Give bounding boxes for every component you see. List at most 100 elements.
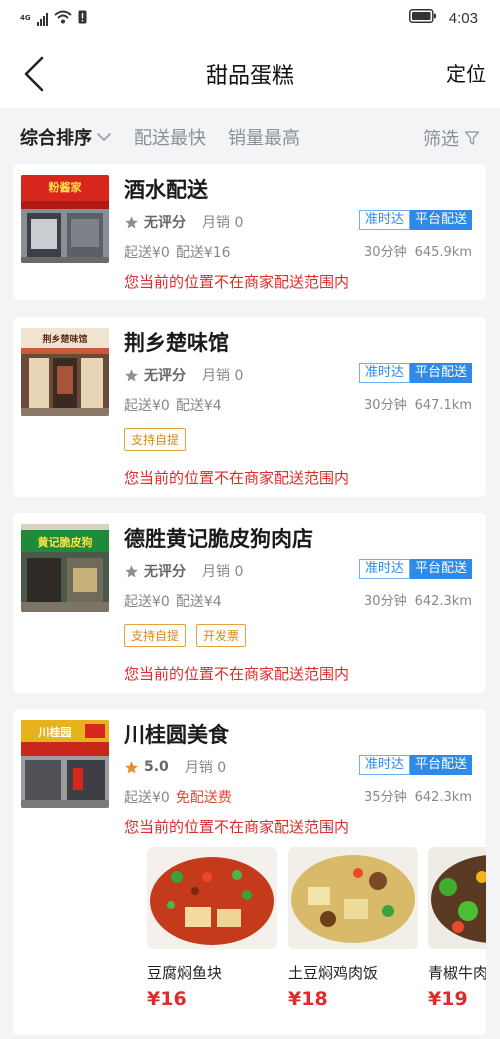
filter-label: 筛选 <box>423 129 459 150</box>
shop-name: 德胜黄记脆皮狗肉店 <box>124 527 313 551</box>
chevron-down-icon <box>97 133 111 142</box>
shop-card[interactable]: 川桂园 川桂圆美食 5.0 月销 0 起送¥0 免配送费 准时达 平台配送 35分… <box>13 709 486 1035</box>
service-tags: 支持自提 开发票 <box>124 624 247 647</box>
battery-icon <box>408 9 437 27</box>
delivery-badges: 准时达 平台配送 <box>358 559 472 579</box>
shop-photo: 黄记脆皮狗 <box>21 524 109 612</box>
self-pickup-tag: 支持自提 <box>124 428 187 451</box>
star-icon <box>125 215 138 228</box>
distance: 642.3km <box>414 790 472 805</box>
out-of-range-warning: 您当前的位置不在商家配送范围内 <box>124 469 350 487</box>
shop-name: 荆乡楚味馆 <box>124 331 229 355</box>
platform-delivery-badge: 平台配送 <box>409 559 472 579</box>
monthly-sales: 月销 0 <box>202 215 244 231</box>
dish-photo <box>288 847 418 949</box>
time-distance: 30分钟 647.1km <box>364 394 472 413</box>
invoice-tag: 开发票 <box>196 624 247 647</box>
dish-price: ¥19 <box>428 988 468 1010</box>
network-type: 4G <box>20 14 31 22</box>
status-bar: 4G 4:03 <box>0 0 500 40</box>
shop-name: 酒水配送 <box>124 178 208 202</box>
rating-row: 无评分 月销 0 <box>124 365 243 385</box>
alert-icon <box>78 9 87 28</box>
dish-carousel[interactable]: 豆腐焖鱼块 ¥16 土豆焖鸡肉饭 ¥18 青椒牛肉 ¥19 <box>147 847 486 1017</box>
delivery-badges: 准时达 平台配送 <box>358 363 472 383</box>
shop-card[interactable]: 荆乡楚味馆 荆乡楚味馆 无评分 月销 0 起送¥0 配送¥4 准时达 平台配送 3… <box>13 317 486 497</box>
sort-filter-bar: 综合排序 配送最快 销量最高 筛选 <box>0 108 500 166</box>
monthly-sales: 月销 0 <box>184 760 227 776</box>
rating-text: 无评分 <box>144 564 186 580</box>
time-distance: 30分钟 642.3km <box>364 590 472 609</box>
shop-card[interactable]: 粉酱家 酒水配送 无评分 月销 0 起送¥0 配送¥16 准时达 平台配送 30分… <box>13 164 486 300</box>
star-icon <box>125 368 138 381</box>
funnel-icon <box>464 131 480 145</box>
delivery-time: 30分钟 <box>364 245 407 260</box>
time-distance: 35分钟 642.3km <box>364 786 472 805</box>
dish-price: ¥18 <box>288 988 328 1010</box>
rating-row: 无评分 月销 0 <box>124 212 243 232</box>
rating-text: 无评分 <box>144 368 186 384</box>
page-title: 甜品蛋糕 <box>205 64 294 89</box>
rating-score: 5.0 <box>144 759 169 775</box>
fee-row: 起送¥0 免配送费 <box>124 787 232 807</box>
dish-name: 豆腐焖鱼块 <box>147 964 223 982</box>
sort-tab-fastest[interactable]: 配送最快 <box>134 124 206 150</box>
shop-photo: 川桂园 <box>21 720 109 808</box>
rating-text: 无评分 <box>144 215 186 231</box>
platform-delivery-badge: 平台配送 <box>409 363 472 383</box>
free-delivery: 免配送费 <box>175 790 232 806</box>
time-distance: 30分钟 645.9km <box>364 241 472 260</box>
distance: 642.3km <box>414 594 472 609</box>
dish-item[interactable]: 土豆焖鸡肉饭 ¥18 <box>288 847 418 1010</box>
min-order: 起送¥0 <box>124 594 170 610</box>
self-pickup-tag: 支持自提 <box>124 624 187 647</box>
star-icon <box>125 564 138 577</box>
ontime-badge: 准时达 <box>358 559 410 579</box>
dish-name: 土豆焖鸡肉饭 <box>288 964 379 982</box>
delivery-fee: 配送¥16 <box>175 245 231 261</box>
min-order: 起送¥0 <box>124 790 170 806</box>
fee-row: 起送¥0 配送¥4 <box>124 395 222 415</box>
delivery-time: 30分钟 <box>364 594 407 609</box>
rating-row: 5.0 月销 0 <box>124 757 226 777</box>
dish-photo <box>147 847 277 949</box>
shop-sign-text: 黄记脆皮狗 <box>38 535 93 549</box>
shop-card[interactable]: 黄记脆皮狗 德胜黄记脆皮狗肉店 无评分 月销 0 起送¥0 配送¥4 准时达 平台… <box>13 513 486 693</box>
dish-item[interactable]: 青椒牛肉 ¥19 <box>428 847 486 1010</box>
dish-item[interactable]: 豆腐焖鱼块 ¥16 <box>147 847 277 1010</box>
shop-sign-text: 粉酱家 <box>49 180 83 194</box>
delivery-badges: 准时达 平台配送 <box>358 210 472 230</box>
delivery-fee: 配送¥4 <box>175 594 222 610</box>
fee-row: 起送¥0 配送¥4 <box>124 591 222 611</box>
filter-button[interactable]: 筛选 <box>423 125 480 151</box>
fee-row: 起送¥0 配送¥16 <box>124 242 231 262</box>
service-tags: 支持自提 <box>124 428 187 451</box>
platform-delivery-badge: 平台配送 <box>409 755 472 775</box>
platform-delivery-badge: 平台配送 <box>409 210 472 230</box>
rating-row: 无评分 月销 0 <box>124 561 243 581</box>
dish-photo <box>428 847 486 949</box>
out-of-range-warning: 您当前的位置不在商家配送范围内 <box>124 665 350 683</box>
shop-sign-text: 荆乡楚味馆 <box>42 333 87 345</box>
sort-tab-comprehensive[interactable]: 综合排序 <box>20 124 112 150</box>
shop-name: 川桂圆美食 <box>124 723 229 747</box>
shop-photo: 粉酱家 <box>21 175 109 263</box>
sort-tab-label: 综合排序 <box>20 128 92 149</box>
distance: 645.9km <box>414 245 472 260</box>
delivery-time: 35分钟 <box>364 790 407 805</box>
ontime-badge: 准时达 <box>358 210 410 230</box>
signal-icon <box>36 12 48 26</box>
wifi-icon <box>53 9 72 28</box>
delivery-time: 30分钟 <box>364 398 407 413</box>
distance: 647.1km <box>414 398 472 413</box>
sort-tab-bestselling[interactable]: 销量最高 <box>228 124 300 150</box>
locate-button[interactable]: 定位 <box>446 58 486 87</box>
out-of-range-warning: 您当前的位置不在商家配送范围内 <box>124 273 350 291</box>
star-icon <box>125 760 138 773</box>
monthly-sales: 月销 0 <box>202 368 244 384</box>
delivery-fee: 配送¥4 <box>175 398 222 414</box>
out-of-range-warning: 您当前的位置不在商家配送范围内 <box>124 818 350 836</box>
ontime-badge: 准时达 <box>358 755 410 775</box>
shop-sign-text: 川桂园 <box>38 725 72 739</box>
ontime-badge: 准时达 <box>358 363 410 383</box>
